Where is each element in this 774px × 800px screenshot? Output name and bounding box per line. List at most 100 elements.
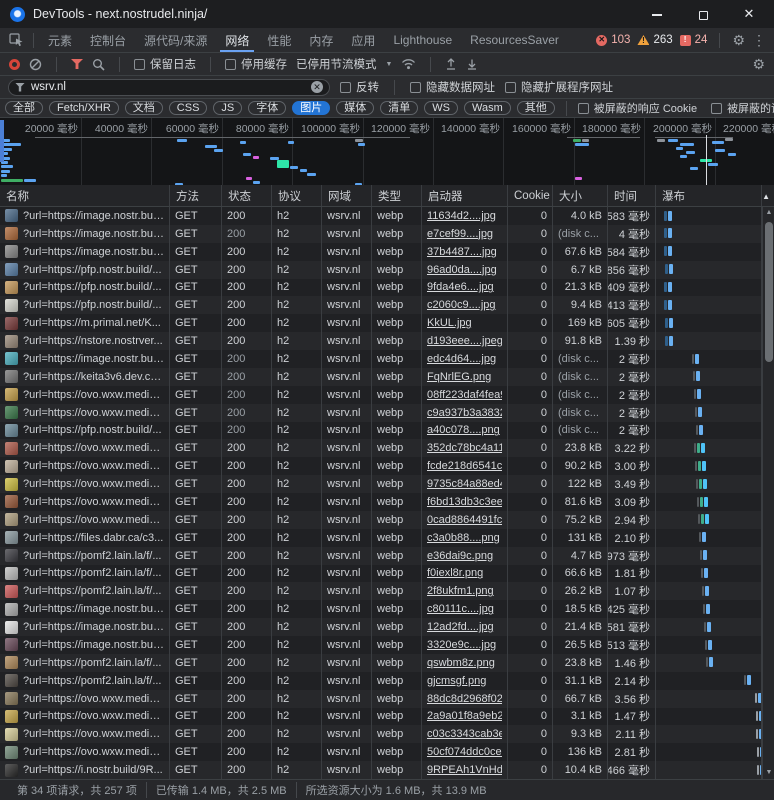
tab-源代码/来源[interactable]: 源代码/来源: [135, 28, 216, 52]
tab-ResourcesSaver[interactable]: ResourcesSaver: [461, 28, 568, 52]
table-row[interactable]: ?url=https://pomf2.lain.la/f/...GET200h2…: [0, 565, 762, 583]
cell-name[interactable]: ?url=https://keita3v6.dev.cd...: [0, 368, 170, 386]
cell-name[interactable]: ?url=https://ovo.wxw.media...: [0, 475, 170, 493]
hide-data-urls-checkbox[interactable]: 隐藏数据网址: [410, 79, 495, 95]
initiator-link[interactable]: 50cf074ddc0ce9...: [427, 746, 502, 758]
throttling-select[interactable]: 已停用节流模式 ▼: [296, 56, 392, 72]
clear-filter-icon[interactable]: ✕: [311, 81, 323, 93]
initiator-link[interactable]: c2060c9....jpg: [427, 299, 496, 311]
initiator-link[interactable]: e36dai9c.png: [427, 550, 493, 562]
initiator-link[interactable]: 3320e9c....jpg: [427, 639, 496, 651]
minimize-button[interactable]: [646, 7, 668, 22]
initiator-link[interactable]: c80111c....jpg: [427, 603, 494, 615]
table-row[interactable]: ?url=https://i.nostr.build/9R...GET200h2…: [0, 761, 762, 779]
initiator-link[interactable]: a40c078....png: [427, 424, 500, 436]
table-row[interactable]: ?url=https://files.dabr.ca/c3...GET200h2…: [0, 529, 762, 547]
tab-网络[interactable]: 网络: [216, 28, 258, 52]
initiator-link[interactable]: gjcmsgf.png: [427, 675, 486, 687]
tab-内存[interactable]: 内存: [300, 28, 342, 52]
table-row[interactable]: ?url=https://pomf2.lain.la/f/...GET200h2…: [0, 582, 762, 600]
filter-chip-Wasm[interactable]: Wasm: [464, 101, 511, 115]
cell-name[interactable]: ?url=https://image.nostr.bui...: [0, 225, 170, 243]
initiator-link[interactable]: 2f8ukfm1.png: [427, 585, 494, 597]
filter-chip-WS[interactable]: WS: [424, 101, 458, 115]
initiator-link[interactable]: d193eee....jpeg: [427, 335, 502, 347]
cell-name[interactable]: ?url=https://image.nostr.bui...: [0, 636, 170, 654]
cell-name[interactable]: ?url=https://pomf2.lain.la/f/...: [0, 654, 170, 672]
network-overview-timeline[interactable]: 20000 毫秒40000 毫秒60000 毫秒80000 毫秒100000 毫…: [0, 118, 774, 185]
initiator-link[interactable]: c9a937b3a3832d...: [427, 407, 502, 419]
filter-chip-全部[interactable]: 全部: [5, 101, 43, 115]
cell-name[interactable]: ?url=https://pomf2.lain.la/f/...: [0, 672, 170, 690]
cell-name[interactable]: ?url=https://image.nostr.bui...: [0, 600, 170, 618]
table-row[interactable]: ?url=https://image.nostr.bui...GET200h2w…: [0, 636, 762, 654]
cell-name[interactable]: ?url=https://i.nostr.build/9R...: [0, 761, 170, 779]
table-row[interactable]: ?url=https://ovo.wxw.media...GET200h2wsr…: [0, 457, 762, 475]
disable-cache-checkbox[interactable]: 停用缓存: [225, 56, 287, 72]
filter-chip-CSS[interactable]: CSS: [169, 101, 208, 115]
cell-name[interactable]: ?url=https://ovo.wxw.media...: [0, 404, 170, 422]
cell-name[interactable]: ?url=https://pfp.nostr.build/...: [0, 261, 170, 279]
table-row[interactable]: ?url=https://pomf2.lain.la/f/...GET200h2…: [0, 654, 762, 672]
initiator-link[interactable]: c03c3343cab3ee...: [427, 728, 502, 740]
close-button[interactable]: ✕: [738, 6, 760, 22]
invert-filter-checkbox[interactable]: 反转: [340, 79, 379, 95]
issues-badge[interactable]: ! 24: [680, 34, 708, 46]
initiator-link[interactable]: 11634d2....jpg: [427, 210, 496, 222]
initiator-link[interactable]: f0iexl8r.png: [427, 567, 483, 579]
settings-gear-icon[interactable]: ⚙: [732, 33, 745, 47]
cell-name[interactable]: ?url=https://pfp.nostr.build/...: [0, 279, 170, 297]
initiator-link[interactable]: 9fda4e6....jpg: [427, 281, 494, 293]
cell-name[interactable]: ?url=https://ovo.wxw.media...: [0, 725, 170, 743]
cell-name[interactable]: ?url=https://pomf2.lain.la/f/...: [0, 582, 170, 600]
table-row[interactable]: ?url=https://ovo.wxw.media...GET200h2wsr…: [0, 708, 762, 726]
initiator-link[interactable]: f6bd13db3c3ee3...: [427, 496, 502, 508]
initiator-link[interactable]: 08ff223daf4fea9...: [427, 389, 502, 401]
initiator-link[interactable]: 88dc8d2968f02f...: [427, 693, 502, 705]
filter-chip-Fetch/XHR[interactable]: Fetch/XHR: [49, 101, 119, 115]
table-row[interactable]: ?url=https://ovo.wxw.media...GET200h2wsr…: [0, 511, 762, 529]
cell-name[interactable]: ?url=https://ovo.wxw.media...: [0, 708, 170, 726]
tab-Lighthouse[interactable]: Lighthouse: [384, 28, 461, 52]
tab-控制台[interactable]: 控制台: [81, 28, 135, 52]
clear-network-log-button[interactable]: [29, 58, 42, 71]
table-row[interactable]: ?url=https://ovo.wxw.media...GET200h2wsr…: [0, 743, 762, 761]
initiator-link[interactable]: 2a9a01f8a9eb2c...: [427, 710, 502, 722]
cell-name[interactable]: ?url=https://nstore.nostrver...: [0, 332, 170, 350]
console-warnings-badge[interactable]: ! 263: [637, 34, 672, 46]
import-har-icon[interactable]: [445, 58, 457, 70]
network-settings-gear-icon[interactable]: ⚙: [752, 57, 765, 71]
cell-name[interactable]: ?url=https://pfp.nostr.build/...: [0, 422, 170, 440]
filter-chip-其他[interactable]: 其他: [517, 101, 555, 115]
initiator-link[interactable]: 9735c84a88ed48...: [427, 478, 502, 490]
preserve-log-checkbox[interactable]: 保留日志: [134, 56, 196, 72]
cell-name[interactable]: ?url=https://ovo.wxw.media...: [0, 439, 170, 457]
table-row[interactable]: ?url=https://m.primal.net/K...GET200h2ws…: [0, 314, 762, 332]
initiator-link[interactable]: 12ad2fd....jpg: [427, 621, 494, 633]
table-row[interactable]: ?url=https://image.nostr.bui...GET200h2w…: [0, 225, 762, 243]
table-row[interactable]: ?url=https://ovo.wxw.media...GET200h2wsr…: [0, 725, 762, 743]
column-header-domain[interactable]: 网域: [322, 185, 372, 206]
initiator-link[interactable]: c3a0b88....png: [427, 532, 500, 544]
cell-name[interactable]: ?url=https://ovo.wxw.media...: [0, 511, 170, 529]
column-header-time[interactable]: 时间: [608, 185, 656, 206]
network-conditions-icon[interactable]: [401, 58, 416, 70]
filter-chip-字体[interactable]: 字体: [248, 101, 286, 115]
cell-name[interactable]: ?url=https://image.nostr.bui...: [0, 207, 170, 225]
record-network-log-button[interactable]: [9, 59, 20, 70]
cell-name[interactable]: ?url=https://ovo.wxw.media...: [0, 386, 170, 404]
column-header-initiator[interactable]: 启动器: [422, 185, 508, 206]
initiator-link[interactable]: FqNrlEG.png: [427, 371, 491, 383]
initiator-link[interactable]: 0cad8864491fc0...: [427, 514, 502, 526]
cell-name[interactable]: ?url=https://pomf2.lain.la/f/...: [0, 547, 170, 565]
table-row[interactable]: ?url=https://pomf2.lain.la/f/...GET200h2…: [0, 672, 762, 690]
cell-name[interactable]: ?url=https://pfp.nostr.build/...: [0, 296, 170, 314]
scroll-up-icon[interactable]: ▲: [763, 207, 774, 219]
tab-元素[interactable]: 元素: [39, 28, 81, 52]
kebab-menu-icon[interactable]: ⋮: [752, 33, 766, 47]
table-row[interactable]: ?url=https://ovo.wxw.media...GET200h2wsr…: [0, 493, 762, 511]
console-errors-badge[interactable]: ✕ 103: [596, 34, 630, 46]
table-row[interactable]: ?url=https://pfp.nostr.build/...GET200h2…: [0, 279, 762, 297]
column-header-cookie[interactable]: Cookie: [508, 185, 553, 206]
column-header-protocol[interactable]: 协议: [272, 185, 322, 206]
